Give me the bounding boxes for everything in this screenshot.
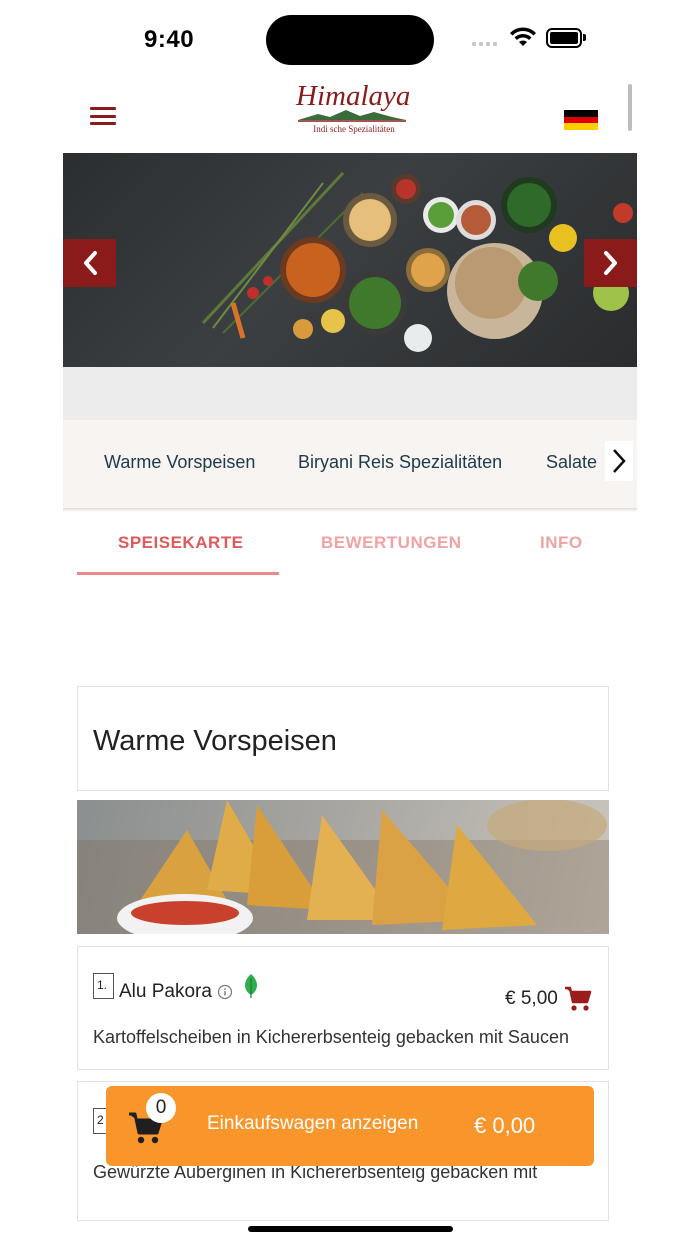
category-bar: Warme Vorspeisen Biryani Reis Spezialitä… bbox=[63, 420, 637, 508]
active-tab-underline bbox=[77, 572, 279, 575]
item-price: € 5,00 bbox=[505, 988, 558, 1009]
category-warme-vorspeisen[interactable]: Warme Vorspeisen bbox=[104, 452, 255, 473]
category-next-button[interactable] bbox=[605, 441, 633, 481]
dynamic-island bbox=[266, 15, 434, 65]
chevron-right-icon bbox=[613, 449, 626, 473]
category-biryani[interactable]: Biryani Reis Spezialitäten bbox=[298, 452, 502, 473]
item-name: Alu Pakora bbox=[119, 981, 212, 1002]
restaurant-logo[interactable]: Himalaya Indi sche Spezialitäten bbox=[296, 80, 410, 138]
cart-label: Einkaufswagen anzeigen bbox=[207, 1113, 419, 1134]
germany-flag-icon[interactable] bbox=[564, 110, 598, 130]
chevron-left-icon bbox=[83, 251, 97, 275]
wifi-icon bbox=[510, 27, 536, 46]
battery-icon bbox=[546, 28, 582, 48]
vegetarian-leaf-icon bbox=[245, 974, 257, 998]
item-number: 1. bbox=[93, 973, 114, 999]
banner-prev-button[interactable] bbox=[63, 239, 116, 287]
hamburger-icon[interactable] bbox=[90, 107, 116, 125]
tab-speisekarte[interactable]: SPEISEKARTE bbox=[118, 533, 243, 553]
scrollbar bbox=[628, 84, 632, 131]
samosa-image bbox=[77, 800, 609, 934]
item-description: Kartoffelscheiben in Kichererbsenteig ge… bbox=[93, 1027, 569, 1047]
menu-item[interactable]: 1. Alu Pakora € 5,00 Kartoffelscheiben i… bbox=[77, 946, 609, 1070]
status-time: 9:40 bbox=[144, 26, 195, 53]
view-cart-button[interactable]: 0 Einkaufswagen anzeigen € 0,00 bbox=[106, 1086, 594, 1166]
add-to-cart-icon[interactable] bbox=[564, 986, 592, 1012]
food-banner-image bbox=[63, 153, 637, 367]
cart-total: € 0,00 bbox=[474, 1113, 536, 1138]
section-title: Warme Vorspeisen bbox=[93, 725, 337, 757]
category-bar-shadow bbox=[63, 508, 637, 512]
chevron-right-icon bbox=[603, 251, 617, 275]
category-salate[interactable]: Salate bbox=[546, 452, 597, 473]
cellular-signal-icon bbox=[472, 42, 497, 46]
tab-bewertungen[interactable]: BEWERTUNGEN bbox=[321, 533, 462, 553]
cart-count-badge: 0 bbox=[146, 1093, 176, 1123]
logo-subtitle: Indi sche Spezialitäten bbox=[313, 124, 395, 134]
section-header: Warme Vorspeisen bbox=[77, 686, 609, 791]
battery-cap bbox=[583, 34, 586, 41]
banner-spacer bbox=[63, 367, 637, 420]
home-indicator[interactable] bbox=[248, 1226, 453, 1232]
tab-info[interactable]: INFO bbox=[540, 533, 583, 553]
mountain-logo-icon bbox=[298, 110, 406, 122]
info-icon[interactable] bbox=[217, 984, 233, 1000]
banner-next-button[interactable] bbox=[584, 239, 637, 287]
